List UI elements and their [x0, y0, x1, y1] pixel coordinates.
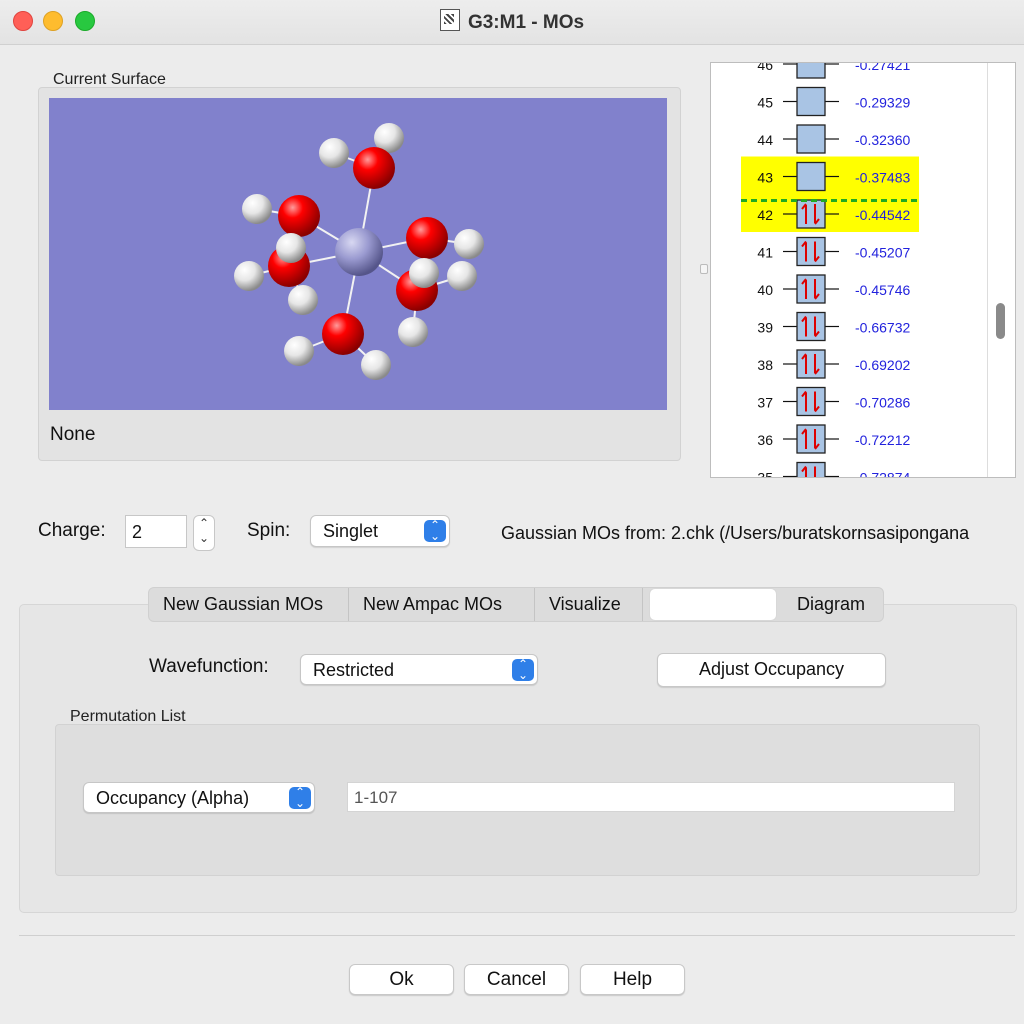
divider — [19, 935, 1015, 936]
mo-energy: -0.45746 — [855, 282, 910, 298]
mo-energy: -0.27421 — [855, 63, 910, 73]
title-bar: G3:M1 - MOs — [0, 0, 1024, 45]
mo-level[interactable]: 37 -0.70286 — [757, 386, 910, 417]
mo-level[interactable]: 36 -0.72212 — [757, 424, 910, 454]
mo-box — [796, 461, 826, 477]
spin-label: Spin: — [247, 520, 291, 541]
tab-active[interactable] — [649, 588, 777, 621]
mo-energy: -0.32360 — [855, 132, 910, 148]
adjust-occupancy-button[interactable]: Adjust Occupancy — [657, 653, 886, 687]
mo-energy: -0.70286 — [855, 395, 910, 411]
mo-index: 42 — [757, 207, 773, 223]
tab-visualize[interactable]: Visualize — [535, 588, 643, 621]
ok-button[interactable]: Ok — [349, 964, 454, 995]
mo-index: 43 — [757, 170, 773, 186]
document-icon — [439, 9, 460, 31]
mo-energy: -0.45207 — [855, 245, 910, 261]
mo-index: 44 — [757, 132, 773, 148]
cancel-button[interactable]: Cancel — [464, 964, 569, 995]
mo-index: 41 — [757, 245, 773, 261]
mo-box — [796, 161, 826, 192]
mo-list-scrollbar[interactable] — [996, 303, 1005, 339]
spin-select[interactable]: Singlet ⌃ ⌄ — [310, 515, 450, 547]
charge-label: Charge: — [38, 520, 106, 541]
mo-box — [796, 311, 826, 342]
mo-index: 46 — [757, 63, 773, 73]
mo-index: 45 — [757, 95, 773, 111]
stepper-up-icon[interactable]: ⌃ — [194, 516, 214, 531]
mo-energy: -0.37483 — [855, 170, 910, 186]
window-title-text: G3:M1 - MOs — [467, 12, 585, 33]
mo-box — [796, 199, 826, 229]
molecule-viewer[interactable] — [49, 98, 667, 410]
stepper-down-icon[interactable]: ⌄ — [194, 531, 214, 546]
splitter-handle[interactable] — [700, 264, 708, 274]
select-arrows-icon: ⌃ ⌄ — [512, 658, 534, 681]
mo-box — [796, 124, 826, 154]
mo-level[interactable]: 41 -0.45207 — [757, 236, 910, 267]
occupancy-mode-value: Occupancy (Alpha) — [96, 788, 250, 808]
wavefunction-label: Wavefunction: — [149, 656, 269, 677]
window-title: G3:M1 - MOs — [0, 9, 1024, 34]
mo-energy: -0.69202 — [855, 357, 910, 373]
molecule-render — [234, 123, 484, 380]
mo-level[interactable]: 46 -0.27421 — [757, 63, 910, 79]
tab-new-gaussian-mos[interactable]: New Gaussian MOs — [149, 588, 349, 621]
mo-level[interactable]: 45 -0.29329 — [757, 86, 910, 117]
select-arrows-icon: ⌃ ⌄ — [289, 786, 311, 809]
occupancy-mode-select[interactable]: Occupancy (Alpha) ⌃ ⌄ — [83, 782, 315, 813]
mo-level[interactable]: 44 -0.32360 — [757, 124, 910, 154]
mo-energy: -0.66732 — [855, 320, 910, 336]
mo-level-diagram: 46 -0.27421 45 -0.29329 44 -0.32360 43 -0.37483… — [741, 63, 919, 478]
mo-box — [796, 236, 826, 267]
mo-index: 39 — [757, 320, 773, 336]
mo-index: 37 — [757, 395, 773, 411]
tab-diagram[interactable]: Diagram — [783, 588, 881, 621]
wavefunction-select[interactable]: Restricted ⌃ ⌄ — [300, 654, 538, 685]
surface-status: None — [50, 424, 96, 445]
spin-select-value: Singlet — [323, 521, 379, 541]
permutation-range-input[interactable]: 1-107 — [347, 782, 955, 812]
tab-new-ampac-mos[interactable]: New Ampac MOs — [349, 588, 535, 621]
mo-box — [796, 274, 826, 304]
mo-box — [796, 424, 826, 454]
mo-index: 36 — [757, 432, 773, 448]
wavefunction-select-value: Restricted — [313, 660, 395, 680]
mo-box — [796, 349, 826, 379]
scrollbar-track — [987, 63, 988, 477]
tab-bar: New Gaussian MOs New Ampac MOs Visualize… — [148, 587, 884, 622]
mo-box — [796, 63, 826, 79]
mo-index: 35 — [757, 470, 773, 478]
mo-energy: -0.44542 — [855, 207, 910, 223]
mo-level[interactable]: 35 -0.72874 — [757, 461, 910, 478]
mo-level[interactable]: 38 -0.69202 — [757, 349, 910, 379]
gaussian-mo-source: Gaussian MOs from: 2.chk (/Users/buratsk… — [501, 523, 970, 543]
mo-energy: -0.72212 — [855, 432, 910, 448]
select-arrows-icon: ⌃ ⌄ — [424, 519, 446, 542]
mo-energy-list[interactable]: 46 -0.27421 45 -0.29329 44 -0.32360 43 -0.37483… — [710, 62, 1016, 478]
charge-stepper[interactable]: ⌃ ⌄ — [193, 515, 215, 551]
mo-level[interactable]: 40 -0.45746 — [757, 274, 910, 304]
mo-index: 38 — [757, 357, 773, 373]
mo-level[interactable]: 39 -0.66732 — [757, 311, 910, 342]
help-button[interactable]: Help — [580, 964, 685, 995]
mo-box — [796, 86, 826, 117]
charge-input[interactable]: 2 — [125, 515, 187, 548]
mo-energy: -0.29329 — [855, 95, 910, 111]
mo-index: 40 — [757, 282, 773, 298]
mo-box — [796, 386, 826, 417]
mo-energy: -0.72874 — [855, 470, 910, 478]
